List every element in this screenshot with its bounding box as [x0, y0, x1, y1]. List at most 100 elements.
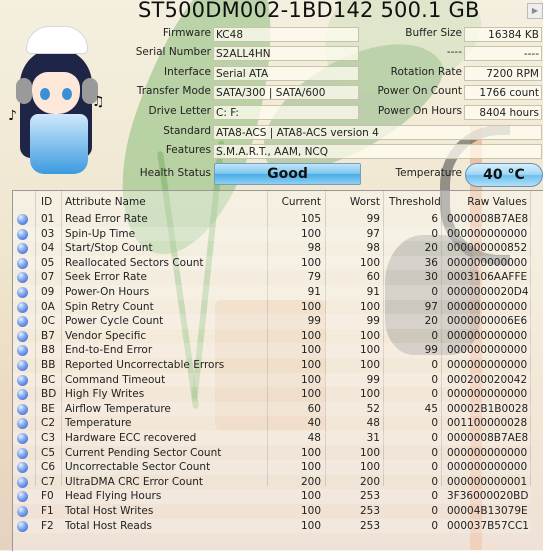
attribute-name: Seek Error Rate: [65, 271, 148, 284]
attribute-id: 03: [41, 227, 55, 240]
table-row[interactable]: BB Reported Uncorrectable Errors 100 100 0 00…: [13, 358, 531, 373]
attribute-threshold: 99: [424, 344, 438, 357]
table-row[interactable]: F0 Head Flying Hours 100 253 0 3F36000020BD: [13, 489, 531, 504]
music-note-icon: ♫: [92, 94, 105, 110]
attribute-raw-value: 000000000000: [447, 359, 528, 371]
attribute-current: 99: [307, 315, 321, 328]
good-status-dot-icon: [17, 272, 28, 284]
attribute-id: B8: [41, 344, 55, 357]
table-row[interactable]: B8 End-to-End Error 100 100 99 000000000000: [13, 343, 531, 358]
table-row[interactable]: C7 UltraDMA CRC Error Count 200 200 0 0000000…: [13, 475, 531, 490]
attribute-name: End-to-End Error: [65, 344, 153, 357]
attribute-raw-value: 000000000852: [447, 242, 528, 255]
attribute-current: 100: [300, 300, 321, 313]
good-status-dot-icon: [17, 447, 28, 459]
attribute-current: 100: [300, 359, 321, 371]
power-on-count-label: Power On Count: [377, 85, 462, 97]
table-row[interactable]: BE Airflow Temperature 60 52 45 00002B1B0028: [13, 401, 531, 417]
attribute-threshold: 0: [431, 490, 438, 503]
mascot-body: [30, 114, 88, 174]
attribute-threshold: 45: [424, 402, 438, 415]
attribute-id: 09: [41, 286, 55, 298]
temperature-button[interactable]: 40 °C: [465, 163, 543, 187]
header-attribute-name[interactable]: Attribute Name: [65, 193, 265, 211]
attribute-current: 105: [300, 213, 321, 225]
table-row[interactable]: C5 Current Pending Sector Count 100 100 0 000…: [13, 446, 531, 461]
attribute-name: High Fly Writes: [65, 388, 145, 401]
transfer-mode-field: SATA/300 | SATA/600: [213, 85, 359, 100]
table-row[interactable]: 09 Power-On Hours 91 91 0 0000000020D4: [13, 285, 531, 300]
header-worst[interactable]: Worst: [331, 193, 380, 211]
attribute-raw-value: 000000000000: [447, 461, 528, 474]
table-row[interactable]: C6 Uncorrectable Sector Count 100 100 0 00000…: [13, 460, 531, 475]
header-current[interactable]: Current: [273, 193, 321, 211]
good-status-dot-icon: [17, 360, 28, 371]
attribute-threshold: 0: [431, 359, 438, 371]
attribute-worst: 99: [366, 213, 380, 225]
table-row[interactable]: 0A Spin Retry Count 100 100 97 000000000000: [13, 300, 531, 315]
header-id[interactable]: ID: [41, 193, 63, 211]
good-status-dot-icon: [17, 330, 28, 342]
attribute-threshold: 20: [424, 242, 438, 255]
mascot-eye: [40, 88, 50, 100]
good-status-dot-icon: [17, 257, 28, 269]
attribute-raw-value: 000000000001: [447, 475, 528, 488]
attribute-worst: 99: [366, 315, 380, 328]
health-status-button[interactable]: Good: [214, 163, 361, 185]
attribute-current: 48: [307, 432, 321, 444]
header-raw-values[interactable]: Raw Values: [447, 193, 527, 211]
attribute-id: 07: [41, 271, 55, 284]
attribute-name: Spin-Up Time: [65, 227, 136, 240]
attribute-current: 100: [300, 388, 321, 401]
attribute-worst: 253: [359, 519, 380, 532]
table-row[interactable]: C3 Hardware ECC recovered 48 31 0 0000008B7AE…: [13, 431, 531, 446]
table-row[interactable]: BD High Fly Writes 100 100 0 000000000000: [13, 387, 531, 402]
attribute-worst: 100: [359, 344, 380, 357]
attribute-id: 01: [41, 213, 55, 225]
attribute-threshold: 0: [431, 519, 438, 532]
headphone-icon: [16, 78, 32, 104]
table-row[interactable]: 04 Start/Stop Count 98 98 20 000000000852: [13, 241, 531, 256]
rotation-rate-field: 7200 RPM: [464, 66, 542, 81]
attribute-threshold: 36: [424, 256, 438, 269]
attribute-id: BB: [41, 359, 56, 371]
rotation-rate-label: Rotation Rate: [390, 66, 462, 78]
attribute-worst: 97: [366, 227, 380, 240]
attribute-raw-value: 000037B57CC1: [447, 519, 529, 532]
table-row[interactable]: 07 Seek Error Rate 79 60 30 0003106AAFFE: [13, 270, 531, 285]
attribute-worst: 200: [359, 475, 380, 488]
table-row[interactable]: F2 Total Host Reads 100 253 0 000037B57CC1: [13, 518, 531, 534]
table-row[interactable]: 0C Power Cycle Count 99 99 20 0000000006E6: [13, 314, 531, 329]
drive-letter-field: C: F:: [213, 105, 359, 120]
table-row[interactable]: C2 Temperature 40 48 0 001100000028: [13, 416, 531, 431]
attribute-id: 0A: [41, 300, 55, 313]
attribute-threshold: 30: [424, 271, 438, 284]
attribute-current: 100: [300, 490, 321, 503]
attribute-name: Head Flying Hours: [65, 490, 162, 503]
table-row[interactable]: 03 Spin-Up Time 100 97 0 000000000000: [13, 226, 531, 242]
attribute-threshold: 0: [431, 417, 438, 430]
attribute-raw-value: 000000000000: [447, 329, 528, 342]
table-row[interactable]: F1 Total Host Writes 100 253 0 00004B13079E: [13, 504, 531, 519]
disk-title: ST500DM002-1BD142 500.1 GB: [138, 0, 480, 22]
attribute-name: Temperature: [65, 417, 132, 430]
mascot-eye: [62, 88, 72, 100]
attribute-worst: 99: [366, 373, 380, 386]
next-disk-button[interactable]: ▶: [527, 3, 543, 19]
table-row[interactable]: 05 Reallocated Sectors Count 100 100 36 00000…: [13, 255, 531, 271]
good-status-dot-icon: [17, 374, 28, 386]
good-status-dot-icon: [17, 389, 28, 401]
header-threshold[interactable]: Threshold: [389, 193, 441, 211]
table-row[interactable]: B7 Vendor Specific 100 100 0 000000000000: [13, 329, 531, 344]
attribute-worst: 100: [359, 461, 380, 474]
attribute-worst: 98: [366, 242, 380, 255]
table-row[interactable]: 01 Read Error Rate 105 99 6 0000008B7AE8: [13, 212, 531, 227]
table-row[interactable]: BC Command Timeout 100 99 0 000200020042: [13, 372, 531, 388]
attribute-current: 40: [307, 417, 321, 430]
attribute-threshold: 0: [431, 461, 438, 474]
features-field: S.M.A.R.T., AAM, NCQ: [213, 144, 542, 159]
attribute-id: C3: [41, 432, 56, 444]
attribute-worst: 100: [359, 329, 380, 342]
attribute-current: 100: [300, 329, 321, 342]
attribute-name: Reported Uncorrectable Errors: [65, 359, 225, 371]
